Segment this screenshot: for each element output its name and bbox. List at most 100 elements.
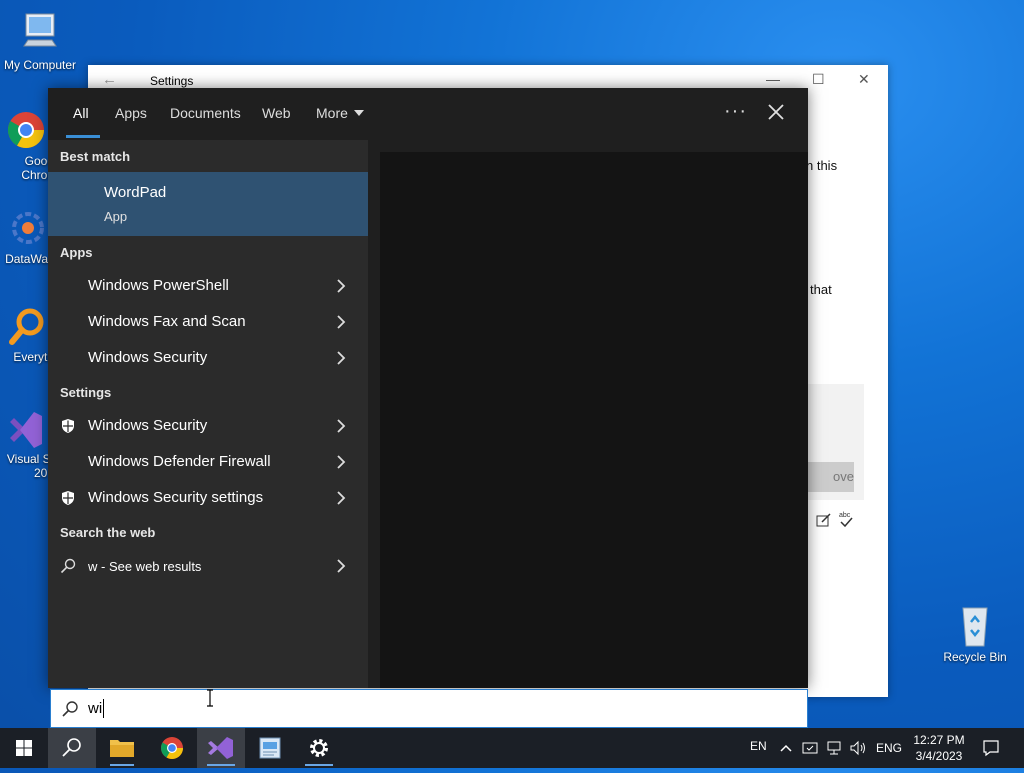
result-app-fax-scan[interactable]: Windows Fax and Scan bbox=[48, 304, 368, 340]
datawac-icon bbox=[12, 212, 44, 244]
chevron-right-icon[interactable] bbox=[336, 559, 346, 573]
maximize-button[interactable]: ☐ bbox=[812, 71, 825, 88]
ibeam-cursor-icon bbox=[207, 689, 213, 707]
recycle-bin-icon bbox=[962, 607, 988, 647]
result-label: Windows Security settings bbox=[88, 489, 264, 506]
windows-logo-icon bbox=[16, 740, 32, 756]
taskbar-settings[interactable] bbox=[295, 728, 343, 768]
volume-icon[interactable] bbox=[849, 740, 867, 756]
tab-all[interactable]: All bbox=[73, 105, 89, 121]
chevron-right-icon[interactable] bbox=[336, 315, 346, 329]
tab-documents[interactable]: Documents bbox=[170, 105, 241, 121]
tab-more-label: More bbox=[316, 105, 348, 121]
more-options-button[interactable]: ··· bbox=[724, 100, 747, 123]
tab-active-indicator bbox=[66, 135, 100, 138]
result-label: Windows Security bbox=[88, 417, 208, 434]
desktop-icon-label: DataWac bbox=[5, 252, 54, 266]
desktop-icon-label: Recycle Bin bbox=[943, 650, 1007, 664]
taskbar-wordpad[interactable] bbox=[246, 728, 294, 768]
settings-title: Settings bbox=[150, 74, 194, 88]
clock-date: 3/4/2023 bbox=[915, 749, 963, 763]
desktop-icon-label: Goog Chron bbox=[21, 154, 54, 182]
shield-icon bbox=[62, 419, 74, 433]
search-input-box[interactable]: wi bbox=[50, 689, 808, 728]
desktop-icon-label: My Computer bbox=[3, 58, 77, 72]
close-window-button[interactable]: ✕ bbox=[858, 71, 870, 88]
visual-studio-icon bbox=[207, 737, 235, 766]
caret-down-icon bbox=[353, 110, 364, 116]
web-suffix: - See web results bbox=[97, 559, 202, 574]
result-label: Windows PowerShell bbox=[88, 277, 229, 294]
clock[interactable]: 12:27 PM 3/4/2023 bbox=[906, 732, 972, 764]
back-arrow-icon[interactable]: ← bbox=[102, 71, 117, 88]
minimize-button[interactable]: — bbox=[766, 71, 780, 87]
results-list: Best match WordPad App Apps Windows Powe… bbox=[48, 140, 368, 688]
settings-text-fragment: n this bbox=[806, 158, 838, 173]
search-icon bbox=[60, 558, 76, 574]
search-panel: All Apps Documents Web More ··· Best mat… bbox=[48, 88, 808, 688]
visual-studio-icon bbox=[10, 412, 42, 448]
edit-icon[interactable] bbox=[816, 512, 832, 528]
search-icon bbox=[62, 738, 81, 757]
chevron-right-icon[interactable] bbox=[336, 419, 346, 433]
result-app-powershell[interactable]: Windows PowerShell bbox=[48, 268, 368, 304]
desktop-icon-datawac[interactable]: DataWac bbox=[0, 206, 54, 266]
chevron-right-icon[interactable] bbox=[336, 455, 346, 469]
computer-icon bbox=[23, 13, 57, 47]
taskbar-file-explorer[interactable] bbox=[98, 728, 146, 768]
section-header-settings: Settings bbox=[60, 385, 112, 400]
preview-pane bbox=[380, 152, 808, 688]
keyboard-layout-indicator[interactable]: ENG bbox=[876, 741, 902, 755]
desktop-icon-everything[interactable]: Everyth bbox=[0, 304, 54, 364]
text-caret bbox=[103, 699, 104, 718]
section-header-web: Search the web bbox=[60, 525, 156, 540]
tab-more[interactable]: More bbox=[316, 105, 364, 121]
desktop-icon-my-computer[interactable]: My Computer bbox=[0, 10, 80, 72]
taskbar: EN ENG 12:27 PM 3/4/2023 bbox=[0, 728, 1024, 768]
search-input[interactable]: wi bbox=[88, 700, 102, 717]
result-label: Windows Fax and Scan bbox=[88, 313, 246, 330]
folder-icon bbox=[110, 740, 134, 766]
taskbar-search-button[interactable] bbox=[48, 728, 96, 768]
close-icon[interactable] bbox=[766, 102, 786, 122]
desktop-icon-recycle-bin[interactable]: Recycle Bin bbox=[935, 602, 1015, 664]
network-icon[interactable] bbox=[826, 740, 842, 756]
result-setting-defender-firewall[interactable]: Windows Defender Firewall bbox=[48, 444, 368, 480]
spellcheck-icon[interactable]: abc bbox=[838, 510, 854, 528]
everything-icon bbox=[9, 308, 44, 345]
desktop-icon-label: Visual St 201 bbox=[6, 452, 54, 480]
gear-icon bbox=[305, 739, 333, 766]
tab-apps[interactable]: Apps bbox=[115, 105, 147, 121]
web-query: w bbox=[88, 559, 98, 574]
start-button[interactable] bbox=[0, 728, 48, 768]
notification-center-icon[interactable] bbox=[982, 739, 1000, 757]
search-tabs: All Apps Documents Web More ··· bbox=[48, 88, 808, 140]
section-header-apps: Apps bbox=[60, 245, 93, 260]
chrome-icon bbox=[161, 737, 183, 759]
tab-web[interactable]: Web bbox=[262, 105, 291, 121]
chrome-icon bbox=[7, 112, 44, 148]
chevron-up-icon[interactable] bbox=[779, 741, 793, 755]
input-language-indicator[interactable]: EN bbox=[750, 739, 767, 753]
taskbar-chrome[interactable] bbox=[148, 728, 196, 768]
taskbar-visual-studio[interactable] bbox=[197, 728, 245, 768]
desktop-icon-visual-studio[interactable]: Visual St 201 bbox=[0, 406, 54, 480]
section-header-best-match: Best match bbox=[60, 149, 131, 164]
desktop-icon-chrome[interactable]: Goog Chron bbox=[0, 108, 54, 182]
clock-time: 12:27 PM bbox=[913, 733, 965, 747]
result-app-windows-security[interactable]: Windows Security bbox=[48, 340, 368, 376]
wordpad-icon bbox=[259, 737, 281, 759]
best-match-type: App bbox=[104, 209, 128, 224]
chevron-right-icon[interactable] bbox=[336, 491, 346, 505]
desktop-icon-label: Everyth bbox=[13, 350, 54, 364]
chevron-right-icon[interactable] bbox=[336, 351, 346, 365]
web-result-label: w - See web results bbox=[88, 559, 201, 574]
result-web-search[interactable]: w - See web results bbox=[48, 548, 368, 584]
security-tray-icon[interactable] bbox=[802, 740, 818, 756]
remove-button[interactable]: ove bbox=[808, 462, 854, 492]
best-match-item[interactable]: WordPad App bbox=[48, 172, 368, 236]
chevron-right-icon[interactable] bbox=[336, 279, 346, 293]
result-setting-security-settings[interactable]: Windows Security settings bbox=[48, 480, 368, 516]
shield-icon bbox=[62, 491, 74, 505]
result-setting-windows-security[interactable]: Windows Security bbox=[48, 408, 368, 444]
